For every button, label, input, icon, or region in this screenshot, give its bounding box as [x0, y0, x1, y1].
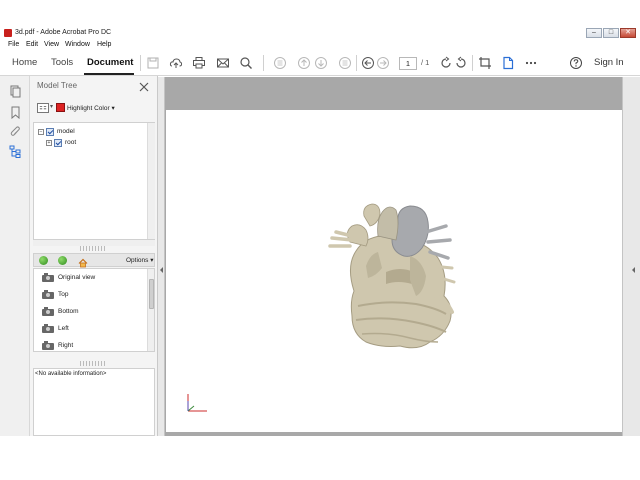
- toolbar-divider: [356, 55, 357, 71]
- page-number-input[interactable]: 1: [399, 57, 417, 70]
- collapse-left-icon[interactable]: [160, 267, 163, 273]
- views-toolbar: Options ▾: [33, 253, 155, 268]
- close-window-button[interactable]: ✕: [620, 28, 636, 38]
- page-down-icon[interactable]: [314, 56, 328, 70]
- acrobat-window: 3d.pdf - Adobe Acrobat Pro DC – □ ✕ File…: [0, 0, 640, 480]
- print-icon[interactable]: [192, 56, 206, 70]
- pdf-app-icon: [4, 29, 12, 37]
- left-collapse-bar[interactable]: [158, 77, 165, 436]
- close-panel-icon[interactable]: [138, 80, 150, 92]
- scroll-up-icon[interactable]: [273, 56, 287, 70]
- navigation-rail: [0, 76, 30, 436]
- grid-options-icon[interactable]: [37, 103, 49, 113]
- views-options-label: Options: [126, 257, 149, 264]
- right-collapse-bar[interactable]: [622, 77, 640, 436]
- pages-icon[interactable]: [9, 85, 22, 98]
- node-info-box: <No available information>: [33, 368, 155, 436]
- model-tree: − model + root: [33, 122, 155, 240]
- rotate-ccw-icon[interactable]: [439, 56, 453, 70]
- tab-home[interactable]: Home: [12, 57, 37, 68]
- scroll-down-icon[interactable]: [338, 56, 352, 70]
- menu-window[interactable]: Window: [65, 39, 90, 50]
- tab-tools[interactable]: Tools: [51, 57, 73, 68]
- scrollbar-thumb[interactable]: [149, 279, 154, 309]
- tree-node-label: model: [57, 128, 75, 135]
- window-controls: – □ ✕: [586, 28, 636, 38]
- view-label: Original view: [58, 274, 96, 281]
- trim-icon[interactable]: [478, 56, 492, 70]
- visibility-checkbox[interactable]: [54, 139, 62, 147]
- expand-icon[interactable]: +: [46, 140, 52, 146]
- sign-in-button[interactable]: Sign In: [594, 57, 624, 68]
- main-toolbar: Home Tools Document 1 / 1 Sign In: [0, 50, 640, 76]
- collapse-icon[interactable]: −: [38, 129, 44, 135]
- email-icon[interactable]: [216, 56, 230, 70]
- toolbar-divider: [140, 55, 141, 71]
- view-item-left[interactable]: Left: [34, 322, 146, 336]
- menu-bar: File Edit View Window Help: [0, 39, 640, 50]
- maximize-button[interactable]: □: [603, 28, 619, 38]
- upload-icon[interactable]: [169, 56, 183, 70]
- view-label: Right: [58, 342, 74, 349]
- attachment-icon[interactable]: [9, 125, 22, 138]
- save-icon[interactable]: [146, 56, 160, 70]
- highlight-color-dropdown[interactable]: Highlight Color ▾: [67, 104, 115, 112]
- view-label: Left: [58, 325, 69, 332]
- toolbar-divider: [263, 55, 264, 71]
- chevron-down-icon[interactable]: ▾: [50, 103, 53, 110]
- view-label: Bottom: [58, 308, 79, 315]
- highlight-color-swatch[interactable]: [56, 103, 65, 112]
- document-icon[interactable]: [501, 56, 515, 70]
- next-view-icon[interactable]: [58, 256, 67, 265]
- next-view-icon[interactable]: [376, 56, 390, 70]
- views-options-button[interactable]: Options ▾: [126, 256, 153, 264]
- menu-view[interactable]: View: [44, 39, 59, 50]
- tree-node-label: root: [65, 139, 77, 146]
- view-label: Top: [58, 291, 69, 298]
- page-up-icon[interactable]: [297, 56, 311, 70]
- rotate-cw-icon[interactable]: [454, 56, 468, 70]
- view-item-right[interactable]: Right: [34, 339, 146, 351]
- home-view-icon[interactable]: [78, 255, 88, 268]
- expand-right-pane-icon[interactable]: [632, 267, 635, 273]
- views-list: Original view Top Bottom Left Right: [33, 268, 155, 352]
- window-title: 3d.pdf - Adobe Acrobat Pro DC: [15, 29, 112, 36]
- camera-icon: [42, 290, 54, 299]
- bookmark-icon[interactable]: [9, 106, 22, 120]
- tree-vertical-scrollbar[interactable]: [147, 123, 155, 239]
- more-icon[interactable]: [524, 56, 538, 70]
- view-item-bottom[interactable]: Bottom: [34, 305, 146, 319]
- camera-icon: [42, 341, 54, 350]
- camera-icon: [42, 307, 54, 316]
- menu-help[interactable]: Help: [97, 39, 111, 50]
- tab-document[interactable]: Document: [87, 57, 133, 68]
- menu-edit[interactable]: Edit: [26, 39, 38, 50]
- highlight-color-label: Highlight Color: [67, 105, 110, 112]
- prev-view-icon[interactable]: [361, 56, 375, 70]
- 3d-heart-model[interactable]: [326, 196, 466, 360]
- minimize-button[interactable]: –: [586, 28, 602, 38]
- views-vertical-scrollbar[interactable]: [147, 269, 154, 351]
- active-tab-indicator: [84, 73, 134, 75]
- search-icon[interactable]: [239, 56, 253, 70]
- view-item-top[interactable]: Top: [34, 288, 146, 302]
- model-tree-icon[interactable]: [9, 145, 22, 158]
- highlight-color-row: ▾ Highlight Color ▾: [30, 102, 158, 116]
- camera-icon: [42, 273, 54, 282]
- panel-splitter[interactable]: [80, 361, 106, 366]
- help-icon[interactable]: [569, 56, 583, 70]
- camera-icon: [42, 324, 54, 333]
- previous-view-icon[interactable]: [39, 256, 48, 265]
- toolbar-divider: [472, 55, 473, 71]
- page-total: / 1: [421, 58, 430, 67]
- menu-file[interactable]: File: [8, 39, 19, 50]
- model-tree-panel: Model Tree ▾ Highlight Color ▾ − model +…: [30, 76, 158, 436]
- title-bar: 3d.pdf - Adobe Acrobat Pro DC – □ ✕: [0, 27, 640, 39]
- 3d-axes-indicator: [187, 394, 207, 412]
- view-item-original[interactable]: Original view: [34, 271, 146, 285]
- panel-splitter[interactable]: [80, 246, 106, 251]
- visibility-checkbox[interactable]: [46, 128, 54, 136]
